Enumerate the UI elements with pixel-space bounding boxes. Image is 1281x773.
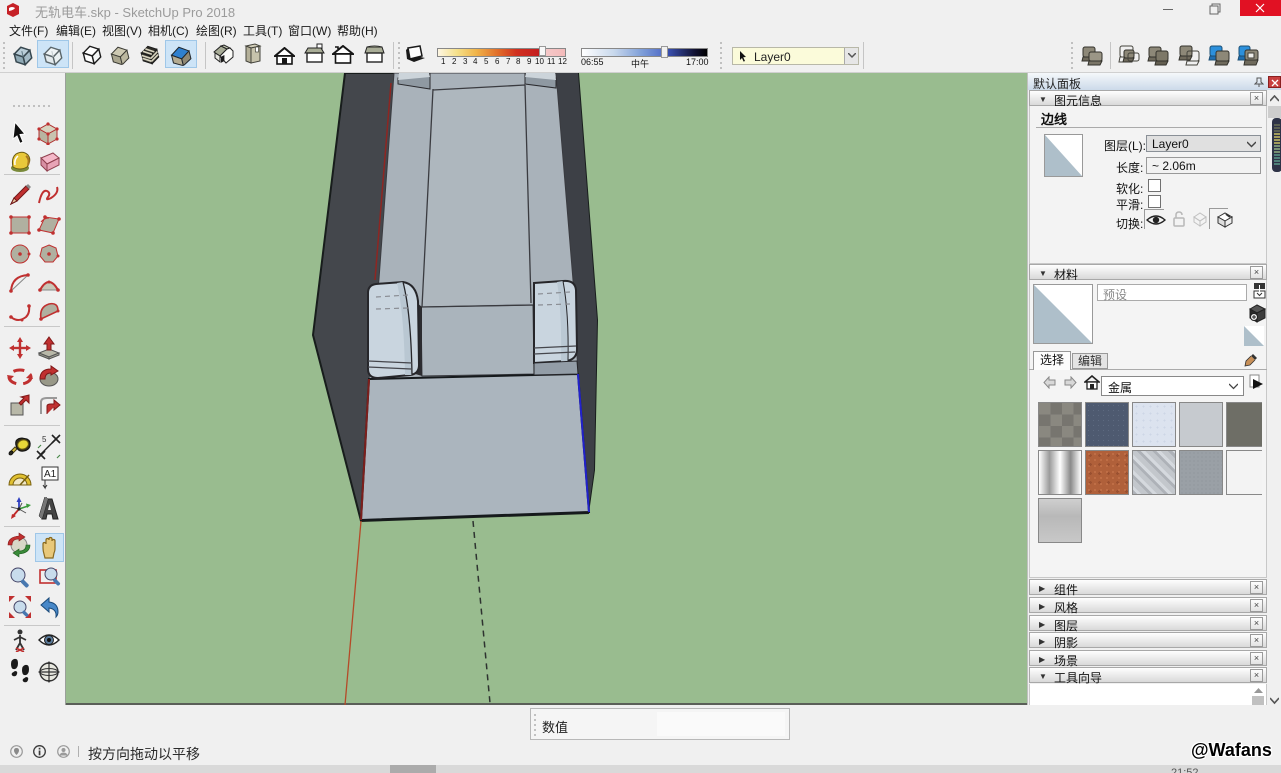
svg-text:A1: A1 bbox=[44, 469, 57, 480]
svg-text:5: 5 bbox=[42, 435, 47, 444]
